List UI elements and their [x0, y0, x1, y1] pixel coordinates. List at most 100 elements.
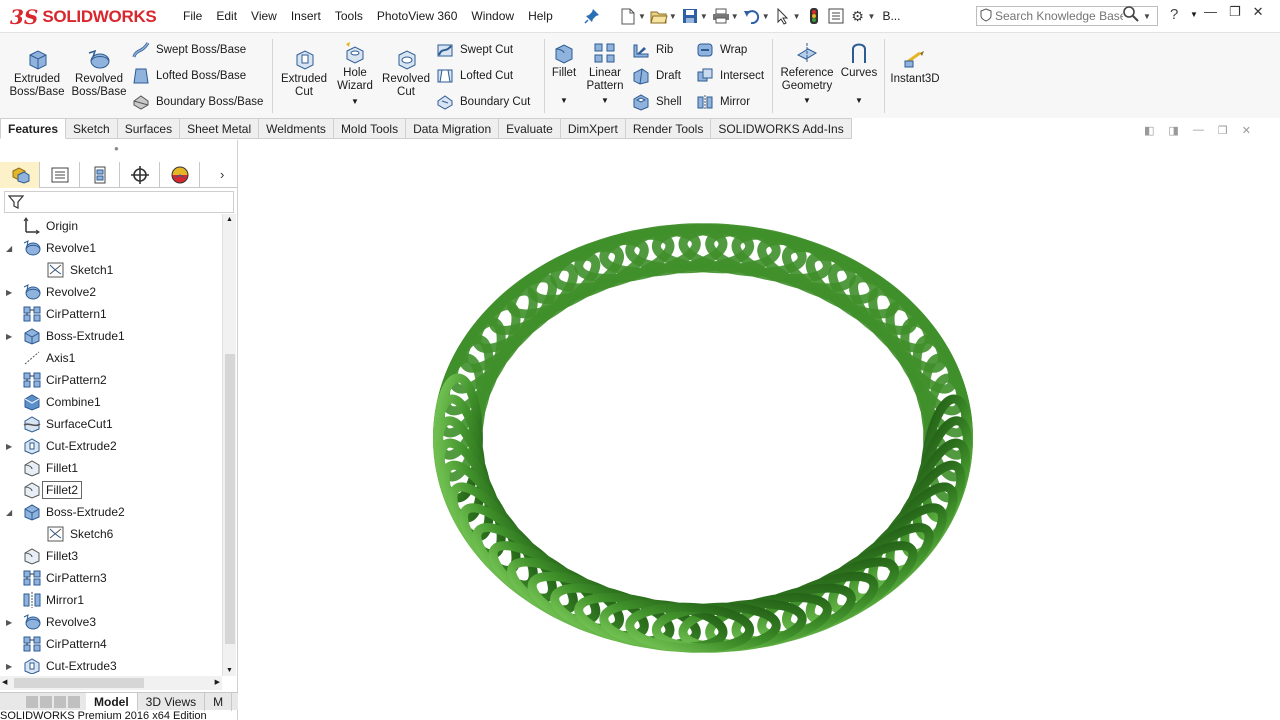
- curves-button[interactable]: Curves ▼: [840, 41, 878, 107]
- shell-button[interactable]: Shell: [632, 92, 682, 112]
- swept-cut-button[interactable]: Swept Cut: [436, 40, 513, 60]
- save-button[interactable]: ▼: [680, 5, 709, 27]
- tree-node[interactable]: Fillet2: [22, 479, 83, 501]
- tab-add-ins[interactable]: SOLIDWORKS Add-Ins: [711, 118, 852, 139]
- chevron-right-icon[interactable]: ›: [220, 167, 224, 182]
- tab-mold-tools[interactable]: Mold Tools: [333, 118, 407, 139]
- chevron-down-icon[interactable]: ▼: [803, 94, 811, 107]
- menu-insert[interactable]: Insert: [284, 9, 328, 23]
- pin-menu-icon[interactable]: [584, 8, 600, 24]
- tree-node[interactable]: CirPattern2: [22, 369, 107, 391]
- chevron-down-icon[interactable]: ▼: [351, 95, 359, 108]
- tab-3d-views[interactable]: 3D Views: [138, 692, 206, 711]
- menu-photoview[interactable]: PhotoView 360: [370, 9, 465, 23]
- chevron-down-icon[interactable]: ▼: [638, 12, 646, 21]
- tree-node[interactable]: Fillet1: [22, 457, 78, 479]
- restore-icon[interactable]: ❐: [1218, 124, 1228, 137]
- menu-edit[interactable]: Edit: [209, 9, 244, 23]
- wrap-button[interactable]: Wrap: [696, 40, 747, 60]
- scroll-right-icon[interactable]: ▶: [215, 678, 220, 686]
- revolved-boss-button[interactable]: Revolved Boss/Base: [70, 47, 128, 99]
- tab-data-migration[interactable]: Data Migration: [406, 118, 500, 139]
- menu-help[interactable]: Help: [521, 9, 560, 23]
- tree-node[interactable]: SurfaceCut1: [22, 413, 113, 435]
- collapse-arrow-icon[interactable]: ◢: [6, 508, 16, 517]
- collapse-arrow-icon[interactable]: ◢: [6, 244, 16, 253]
- draft-button[interactable]: Draft: [632, 66, 681, 86]
- tab-motion-study[interactable]: M: [205, 692, 233, 711]
- chevron-down-icon[interactable]: ▼: [793, 12, 801, 21]
- chevron-down-icon[interactable]: ▼: [1143, 12, 1153, 21]
- file-properties-button[interactable]: [826, 5, 846, 27]
- scroll-down-icon[interactable]: ▼: [226, 667, 233, 674]
- options-button[interactable]: ⚙ ▼: [848, 5, 877, 27]
- feature-manager-tab[interactable]: [0, 162, 40, 188]
- linear-pattern-button[interactable]: Linear Pattern ▼: [583, 41, 627, 107]
- tree-vertical-scrollbar[interactable]: ▲ ▼: [222, 214, 236, 676]
- close-icon[interactable]: ✕: [1253, 4, 1264, 20]
- tree-node[interactable]: ▶ Cut-Extrude2: [6, 435, 117, 457]
- tab-evaluate[interactable]: Evaluate: [499, 118, 561, 139]
- expand-arrow-icon[interactable]: ▶: [6, 662, 16, 671]
- minimize-icon[interactable]: —: [1193, 124, 1204, 137]
- graphics-area[interactable]: [238, 140, 1280, 720]
- chevron-down-icon[interactable]: ▼: [731, 12, 739, 21]
- swept-boss-button[interactable]: Swept Boss/Base: [132, 40, 246, 60]
- chevron-down-icon[interactable]: ▼: [601, 94, 609, 107]
- fillet-button[interactable]: Fillet ▼: [547, 41, 581, 107]
- expand-arrow-icon[interactable]: ▶: [6, 332, 16, 341]
- chevron-down-icon[interactable]: ▼: [669, 12, 677, 21]
- expand-arrow-icon[interactable]: ▶: [6, 618, 16, 627]
- quick-access-overflow[interactable]: B...: [878, 5, 901, 27]
- next-tab-icon[interactable]: [54, 695, 66, 708]
- hole-wizard-button[interactable]: Hole Wizard ▼: [331, 41, 379, 108]
- extruded-cut-button[interactable]: Extruded Cut: [277, 47, 331, 99]
- new-button[interactable]: ▼: [618, 5, 647, 27]
- expand-arrow-icon[interactable]: ▶: [6, 442, 16, 451]
- tab-sheet-metal[interactable]: Sheet Metal: [180, 118, 260, 139]
- dimxpert-manager-tab[interactable]: [120, 162, 160, 188]
- tab-sketch[interactable]: Sketch: [66, 118, 118, 139]
- tree-node[interactable]: Mirror1: [22, 589, 84, 611]
- tree-horizontal-scrollbar[interactable]: ◀ ▶: [0, 676, 222, 690]
- tab-surfaces[interactable]: Surfaces: [117, 118, 181, 139]
- boundary-boss-button[interactable]: Boundary Boss/Base: [132, 92, 263, 112]
- search-input[interactable]: [995, 9, 1123, 23]
- scroll-thumb[interactable]: [225, 354, 235, 644]
- intersect-button[interactable]: Intersect: [696, 66, 764, 86]
- tree-filter[interactable]: [4, 191, 234, 213]
- instant3d-button[interactable]: Instant3D: [888, 47, 942, 86]
- chevron-down-icon[interactable]: ▼: [855, 94, 863, 107]
- undo-button[interactable]: ▼: [742, 5, 771, 27]
- menu-view[interactable]: View: [244, 9, 284, 23]
- revolved-cut-button[interactable]: Revolved Cut: [380, 47, 432, 99]
- tile-right-icon[interactable]: ◨: [1168, 124, 1178, 137]
- tree-node[interactable]: Combine1: [22, 391, 101, 413]
- solidworks-logo[interactable]: 3S SOLIDWORKS: [10, 4, 160, 30]
- tree-node[interactable]: CirPattern1: [22, 303, 107, 325]
- chevron-down-icon[interactable]: ▼: [868, 12, 876, 21]
- select-button[interactable]: ▼: [773, 5, 802, 27]
- search-scope-icon[interactable]: [977, 7, 995, 25]
- menu-tools[interactable]: Tools: [328, 9, 370, 23]
- display-manager-tab[interactable]: [160, 162, 200, 188]
- menu-file[interactable]: File: [176, 9, 209, 23]
- property-manager-tab[interactable]: [40, 162, 80, 188]
- scroll-left-icon[interactable]: ◀: [2, 678, 7, 686]
- tree-node[interactable]: ◢ Boss-Extrude2: [6, 501, 125, 523]
- menu-window[interactable]: Window: [464, 9, 521, 23]
- extruded-boss-button[interactable]: Extruded Boss/Base: [8, 47, 66, 99]
- chevron-down-icon[interactable]: ▼: [560, 94, 568, 107]
- panel-grip-icon[interactable]: ●: [114, 144, 119, 153]
- minimize-icon[interactable]: —: [1204, 4, 1217, 20]
- prev-tab-icon[interactable]: [40, 695, 52, 708]
- tree-node[interactable]: ▶ Cut-Extrude3: [6, 655, 117, 674]
- expand-arrow-icon[interactable]: ▶: [6, 288, 16, 297]
- rebuild-button[interactable]: [804, 5, 824, 27]
- lofted-boss-button[interactable]: Lofted Boss/Base: [132, 66, 246, 86]
- restore-icon[interactable]: ❐: [1229, 4, 1241, 20]
- tab-model[interactable]: Model: [86, 692, 138, 711]
- open-button[interactable]: ▼: [649, 5, 678, 27]
- tree-node[interactable]: ▶ Boss-Extrude1: [6, 325, 125, 347]
- tile-left-icon[interactable]: ◧: [1144, 124, 1154, 137]
